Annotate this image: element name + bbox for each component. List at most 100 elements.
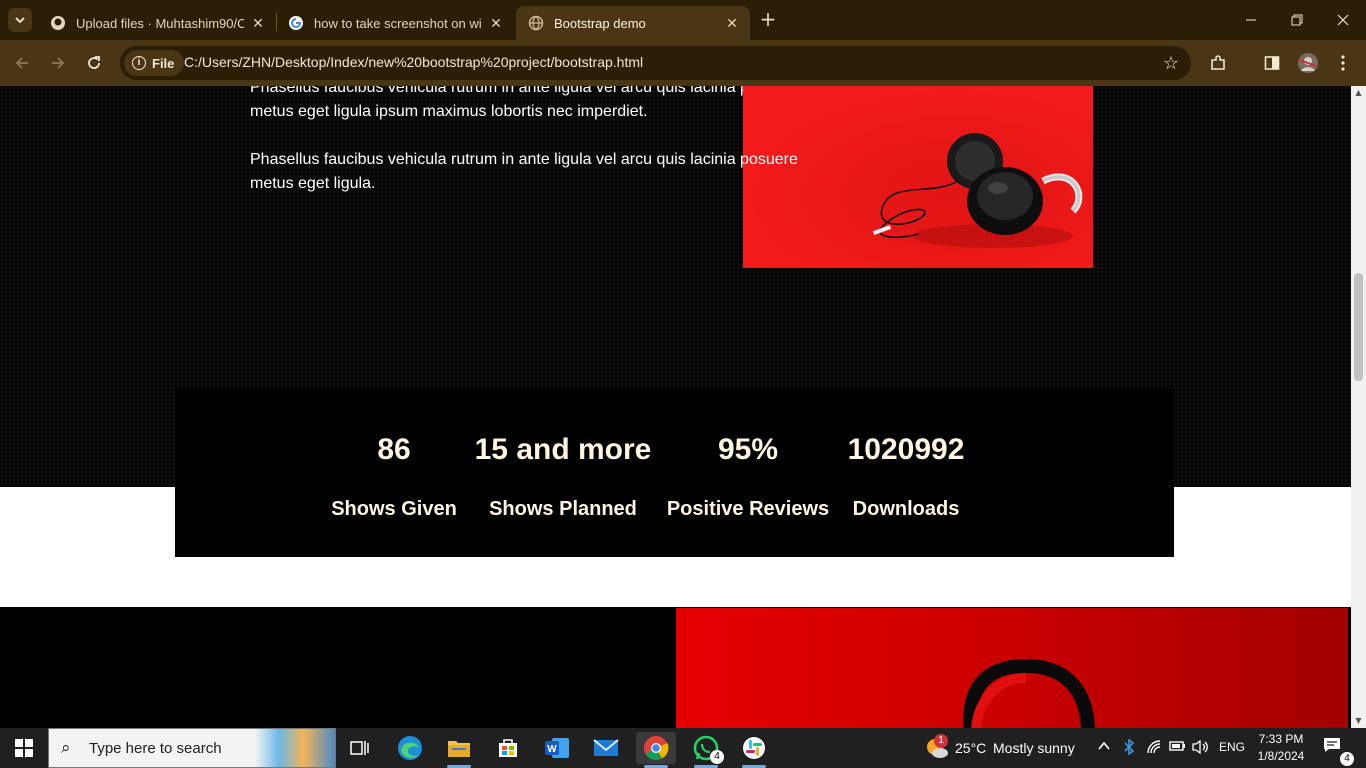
tab-bootstrap-demo[interactable]: Bootstrap demo ✕ [516,6,750,40]
weather-alert-badge: 1 [934,734,948,748]
tab-strip: Upload files · Muhtashim90/Css ✕ how to … [0,0,1366,40]
close-window-button[interactable] [1320,0,1366,40]
scrollbar-thumb[interactable] [1354,273,1363,381]
avatar-icon [1298,53,1318,73]
scroll-up-arrow-icon[interactable]: ▲ [1351,86,1366,100]
windows-taskbar: ⌕ Type here to search W 4 1 25°C Mostly … [0,728,1366,768]
task-view-button[interactable] [340,732,380,764]
tab-title: Upload files · Muhtashim90/Css [76,15,244,31]
page-scrollbar[interactable]: ▲ ▼ [1351,86,1366,728]
weather-condition: Mostly sunny [993,740,1075,756]
restore-icon [1291,14,1303,26]
about-paragraph-1: Phasellus faucibus vehicula rutrum in an… [250,86,798,120]
svg-text:W: W [547,744,557,755]
bookmark-star-icon[interactable]: ☆ [1163,53,1179,74]
side-panel-button[interactable] [1261,52,1283,74]
reload-icon [88,56,100,69]
stat-label-positive-reviews: Positive Reviews [666,498,830,520]
weather-widget[interactable]: 1 25°C Mostly sunny [922,728,1082,768]
close-icon [1337,14,1349,26]
folder-icon [448,741,470,757]
forward-button[interactable] [46,51,70,75]
slack-icon [743,737,765,759]
info-icon: i [132,56,146,70]
reload-button[interactable] [82,51,106,75]
notification-icon [1324,738,1340,752]
tab-upload-files[interactable]: Upload files · Muhtashim90/Css ✕ [38,6,276,40]
stat-label-downloads: Downloads [852,498,960,520]
stat-label-shows-given: Shows Given [331,498,457,520]
site-info-label: File [152,55,175,71]
chrome-app[interactable] [636,732,676,768]
edge-icon [398,736,422,760]
show-hidden-icons-chevron-icon[interactable] [1097,739,1111,757]
search-icon: ⌕ [61,738,71,758]
wifi-icon[interactable] [1146,739,1162,759]
chevron-down-icon [15,17,25,24]
puzzle-icon [1211,55,1225,70]
bluetooth-icon[interactable] [1123,738,1135,759]
notification-count-badge: 4 [1340,752,1354,766]
word-app[interactable]: W [537,732,577,764]
page-viewport: Phasellus faucibus vehicula rutrum in an… [0,86,1351,728]
profile-avatar[interactable] [1297,52,1319,74]
new-tab-button[interactable]: + [756,8,780,32]
stat-value-downloads: 1020992 [847,433,965,466]
minimize-button[interactable] [1228,0,1274,40]
task-view-icon [350,741,369,755]
tab-search-button[interactable] [8,8,32,32]
clock-date: 1/8/2024 [1257,749,1305,763]
microsoft-store-app[interactable] [488,732,528,764]
stat-value-positive-reviews: 95% [717,433,779,466]
browser-menu-button[interactable] [1332,52,1354,74]
stats-panel: 86 15 and more 95% 1020992 Shows Given S… [175,388,1174,557]
tab-title: how to take screenshot on wind [314,15,482,31]
side-panel-icon [1264,56,1280,70]
globe-icon [528,15,544,31]
close-tab-icon[interactable]: ✕ [724,15,740,32]
address-bar[interactable]: i File C:/Users/ZHN/Desktop/Index/new%20… [120,46,1191,80]
store-icon [499,739,517,757]
close-tab-icon[interactable]: ✕ [488,15,504,32]
notification-center-button[interactable]: 4 [1322,736,1354,766]
stat-label-shows-planned: Shows Planned [489,498,637,520]
file-explorer-app[interactable] [439,732,479,768]
github-icon [50,15,66,31]
search-placeholder: Type here to search [89,740,222,757]
scroll-down-arrow-icon[interactable]: ▼ [1351,714,1366,728]
slack-app[interactable] [734,732,774,768]
extensions-button[interactable] [1207,52,1229,74]
taskbar-search[interactable]: ⌕ Type here to search [48,728,336,768]
stat-value-shows-planned: 15 and more [474,433,652,466]
system-clock[interactable]: 7:33 PM 1/8/2024 [1256,731,1306,765]
about-paragraph-2: Phasellus faucibus vehicula rutrum in an… [250,151,798,192]
weather-temp: 25°C [955,740,987,756]
word-icon: W [545,738,569,758]
minimize-icon [1246,19,1256,21]
volume-icon[interactable] [1192,739,1210,759]
input-language[interactable]: ENG [1219,740,1245,754]
whatsapp-app[interactable]: 4 [686,732,726,768]
whatsapp-badge: 4 [710,750,724,764]
clock-time: 7:33 PM [1258,732,1304,746]
battery-icon[interactable] [1169,739,1187,757]
arrow-right-icon [52,57,65,69]
close-tab-icon[interactable]: ✕ [250,15,266,32]
restore-button[interactable] [1274,0,1320,40]
search-highlight-art [255,729,335,767]
headphones-closeup-illustration [963,658,1095,728]
mail-icon [593,739,619,756]
url-text[interactable]: C:/Users/ZHN/Desktop/Index/new%20bootstr… [184,54,643,70]
chrome-icon [644,736,669,761]
site-info-chip[interactable]: i File [124,50,185,76]
tab-how-to-screenshot[interactable]: how to take screenshot on wind ✕ [276,6,514,40]
edge-app[interactable] [390,732,430,764]
arrow-left-icon [15,57,28,69]
windows-logo-icon [15,739,33,757]
tab-title: Bootstrap demo [554,15,646,31]
next-section-image [676,608,1348,728]
start-button[interactable] [0,728,48,768]
back-button[interactable] [10,51,34,75]
google-icon [288,15,304,31]
mail-app[interactable] [586,732,626,764]
